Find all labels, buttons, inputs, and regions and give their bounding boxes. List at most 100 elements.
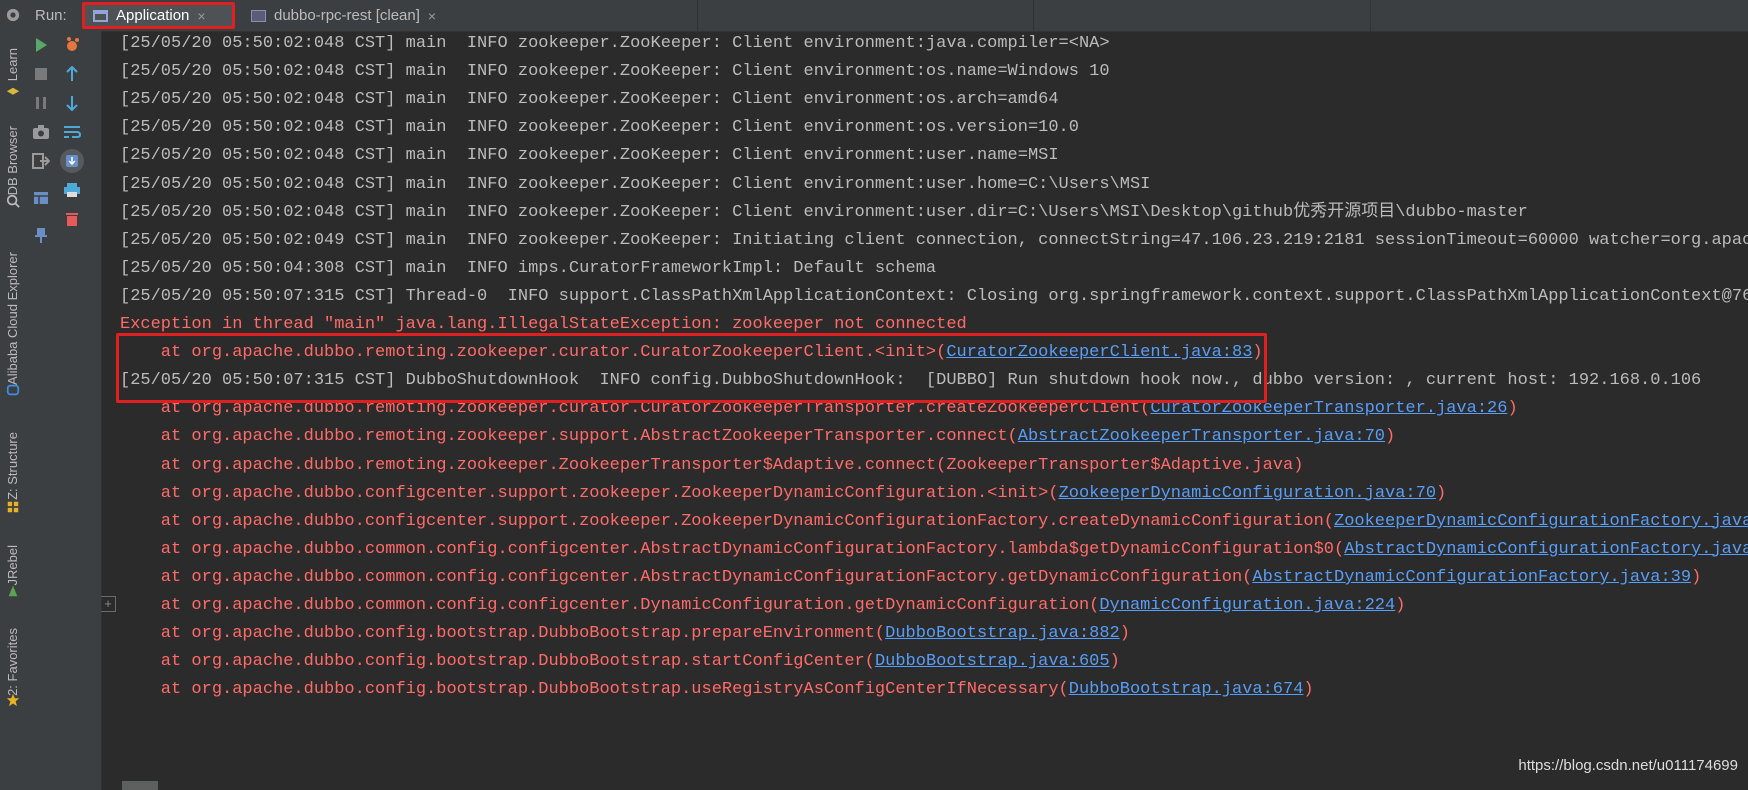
console-line-text: at org.apache.dubbo.config.bootstrap.Dub… <box>120 680 1069 700</box>
console-log-line: [25/05/20 05:50:02:048 CST] main INFO zo… <box>120 116 1079 140</box>
console-line-text: [25/05/20 05:50:02:049 CST] main INFO zo… <box>120 230 1748 250</box>
fold-expand-icon[interactable]: + <box>101 596 116 612</box>
maven-console-icon <box>251 9 266 22</box>
print-button[interactable] <box>60 178 84 202</box>
tab-application[interactable]: Application × <box>82 2 235 29</box>
console-error-line: at org.apache.dubbo.config.bootstrap.Dub… <box>120 678 1314 702</box>
run-icon <box>36 38 47 52</box>
tab-dubbo-rpc-rest-clean[interactable]: dubbo-rpc-rest [clean] × <box>243 2 505 29</box>
source-link[interactable]: DubboBootstrap.java:605 <box>875 652 1110 671</box>
exit-button[interactable] <box>29 149 53 173</box>
console-line-suffix: ) <box>1395 596 1406 615</box>
tab-application-label: Application <box>116 7 190 24</box>
source-link[interactable]: ZookeeperDynamicConfigurationFactory.jav… <box>1334 512 1748 531</box>
debug-icon <box>67 37 79 51</box>
alibaba-cloud-explorer-tool-button[interactable]: Alibaba Cloud Explorer <box>4 252 22 385</box>
watermark: https://blog.csdn.net/u011174699 <box>1518 757 1738 774</box>
console-line-text: at org.apache.dubbo.config.bootstrap.Dub… <box>120 652 875 672</box>
console-log-line: [25/05/20 05:50:02:048 CST] main INFO zo… <box>120 88 1059 112</box>
close-icon[interactable]: × <box>197 8 205 24</box>
source-link[interactable]: DynamicConfiguration.java:224 <box>1099 596 1395 615</box>
app-logo-icon <box>6 8 20 22</box>
stop-icon <box>35 68 47 80</box>
tool-window-strip: Learn DB Browser Alibaba Cloud Explorer … <box>0 0 28 790</box>
tab-separator <box>697 0 698 31</box>
layout-icon <box>34 192 48 204</box>
alibaba-cloud-icon <box>6 384 20 396</box>
source-link[interactable]: DubboBootstrap.java:674 <box>1069 680 1304 699</box>
favorites-tool-button[interactable]: 2: Favorites <box>4 628 22 696</box>
console-line-text: [25/05/20 05:50:02:048 CST] main INFO zo… <box>120 174 1151 194</box>
down-arrow-icon <box>66 96 78 111</box>
console-error-line: at org.apache.dubbo.config.bootstrap.Dub… <box>120 622 1130 646</box>
console-error-line: at org.apache.dubbo.config.bootstrap.Dub… <box>120 650 1120 674</box>
gutter-marker <box>122 781 158 790</box>
pause-icon <box>36 97 46 109</box>
error-highlight-box <box>116 333 1267 403</box>
structure-icon <box>7 501 19 513</box>
soft-wrap-icon <box>64 126 81 138</box>
console-line-text: at org.apache.dubbo.remoting.zookeeper.Z… <box>120 455 1304 475</box>
rerun-button[interactable] <box>29 33 53 57</box>
console-output[interactable]: [25/05/20 05:50:02:048 CST] main INFO zo… <box>101 31 1748 790</box>
console-log-line: [25/05/20 05:50:04:308 CST] main INFO im… <box>120 257 936 281</box>
console-line-text: at org.apache.dubbo.config.bootstrap.Dub… <box>120 624 886 644</box>
run-label: Run: <box>35 7 67 24</box>
source-link[interactable]: ZookeeperDynamicConfiguration.java:70 <box>1059 484 1436 503</box>
console-line-text: at org.apache.dubbo.remoting.zookeeper.s… <box>120 427 1018 447</box>
run-toolbar <box>27 31 102 790</box>
console-line-text: [25/05/20 05:50:02:048 CST] main INFO zo… <box>120 62 1110 82</box>
pause-button[interactable] <box>29 91 53 115</box>
console-line-suffix: ) <box>1303 680 1314 700</box>
tab-separator <box>1370 0 1371 31</box>
debug-button[interactable] <box>60 33 84 57</box>
source-link[interactable]: AbstractDynamicConfigurationFactory.java… <box>1252 568 1691 587</box>
console-line-text: [25/05/20 05:50:02:048 CST] main INFO zo… <box>120 90 1059 110</box>
pin-tab-button[interactable] <box>29 223 53 247</box>
tab-separator <box>1033 0 1034 31</box>
console-line-text: [25/05/20 05:50:02:048 CST] main INFO zo… <box>120 34 1110 53</box>
console-error-line: at org.apache.dubbo.configcenter.support… <box>120 510 1748 534</box>
console-error-line: at org.apache.dubbo.configcenter.support… <box>120 482 1446 506</box>
clear-all-button[interactable] <box>60 207 84 231</box>
source-link[interactable]: AbstractDynamicConfigurationFactory.java… <box>1344 540 1748 559</box>
learn-icon <box>6 87 20 95</box>
soft-wrap-button[interactable] <box>60 120 84 144</box>
structure-tool-button[interactable]: Z: Structure <box>4 432 22 500</box>
console-log-line: [25/05/20 05:50:02:048 CST] main INFO zo… <box>120 60 1110 84</box>
scroll-to-end-button[interactable] <box>60 149 84 173</box>
previous-occurrence-button[interactable] <box>60 62 84 86</box>
console-line-text: at org.apache.dubbo.configcenter.support… <box>120 483 1059 503</box>
console-line-text: [25/05/20 05:50:07:315 CST] Thread-0 INF… <box>120 286 1748 306</box>
console-line-text: at org.apache.dubbo.configcenter.support… <box>120 511 1334 531</box>
close-icon[interactable]: × <box>428 8 436 24</box>
console-line-suffix: ) <box>1436 483 1447 503</box>
favorites-star-icon <box>6 693 20 707</box>
trash-icon <box>66 213 78 226</box>
console-line-suffix: ) <box>1691 567 1702 587</box>
application-window-icon <box>93 9 108 22</box>
stop-button[interactable] <box>29 62 53 86</box>
next-occurrence-button[interactable] <box>60 91 84 115</box>
console-line-text: [25/05/20 05:50:04:308 CST] main INFO im… <box>120 258 937 278</box>
jrebel-tool-button[interactable]: JRebel <box>4 545 22 585</box>
console-log-line: [25/05/20 05:50:07:315 CST] Thread-0 INF… <box>120 285 1748 309</box>
source-link[interactable]: DubboBootstrap.java:882 <box>885 624 1120 643</box>
pin-icon <box>35 228 47 243</box>
db-browser-tool-button[interactable]: DB Browser <box>4 126 22 195</box>
source-link[interactable]: AbstractZookeeperTransporter.java:70 <box>1018 427 1385 446</box>
console-line-text: [25/05/20 05:50:02:048 CST] main INFO zo… <box>120 118 1079 138</box>
console-line-text: at org.apache.dubbo.common.config.config… <box>120 567 1253 587</box>
console-log-line: [25/05/20 05:50:02:048 CST] main INFO zo… <box>120 201 1528 225</box>
up-arrow-icon <box>66 66 78 81</box>
console-line-suffix: ) <box>1109 652 1120 672</box>
restore-layout-button[interactable] <box>29 186 53 210</box>
print-icon <box>64 183 80 197</box>
tab-dubbo-rpc-rest-label: dubbo-rpc-rest [clean] <box>274 7 420 24</box>
console-log-line: [25/05/20 05:50:02:048 CST] main INFO zo… <box>120 173 1150 197</box>
learn-tool-button[interactable]: Learn <box>4 48 22 81</box>
console-line-suffix: ) <box>1119 624 1130 644</box>
console-error-line: at org.apache.dubbo.common.config.config… <box>120 538 1748 562</box>
dump-threads-button[interactable] <box>29 120 53 144</box>
console-error-line: at org.apache.dubbo.remoting.zookeeper.Z… <box>120 454 1304 478</box>
